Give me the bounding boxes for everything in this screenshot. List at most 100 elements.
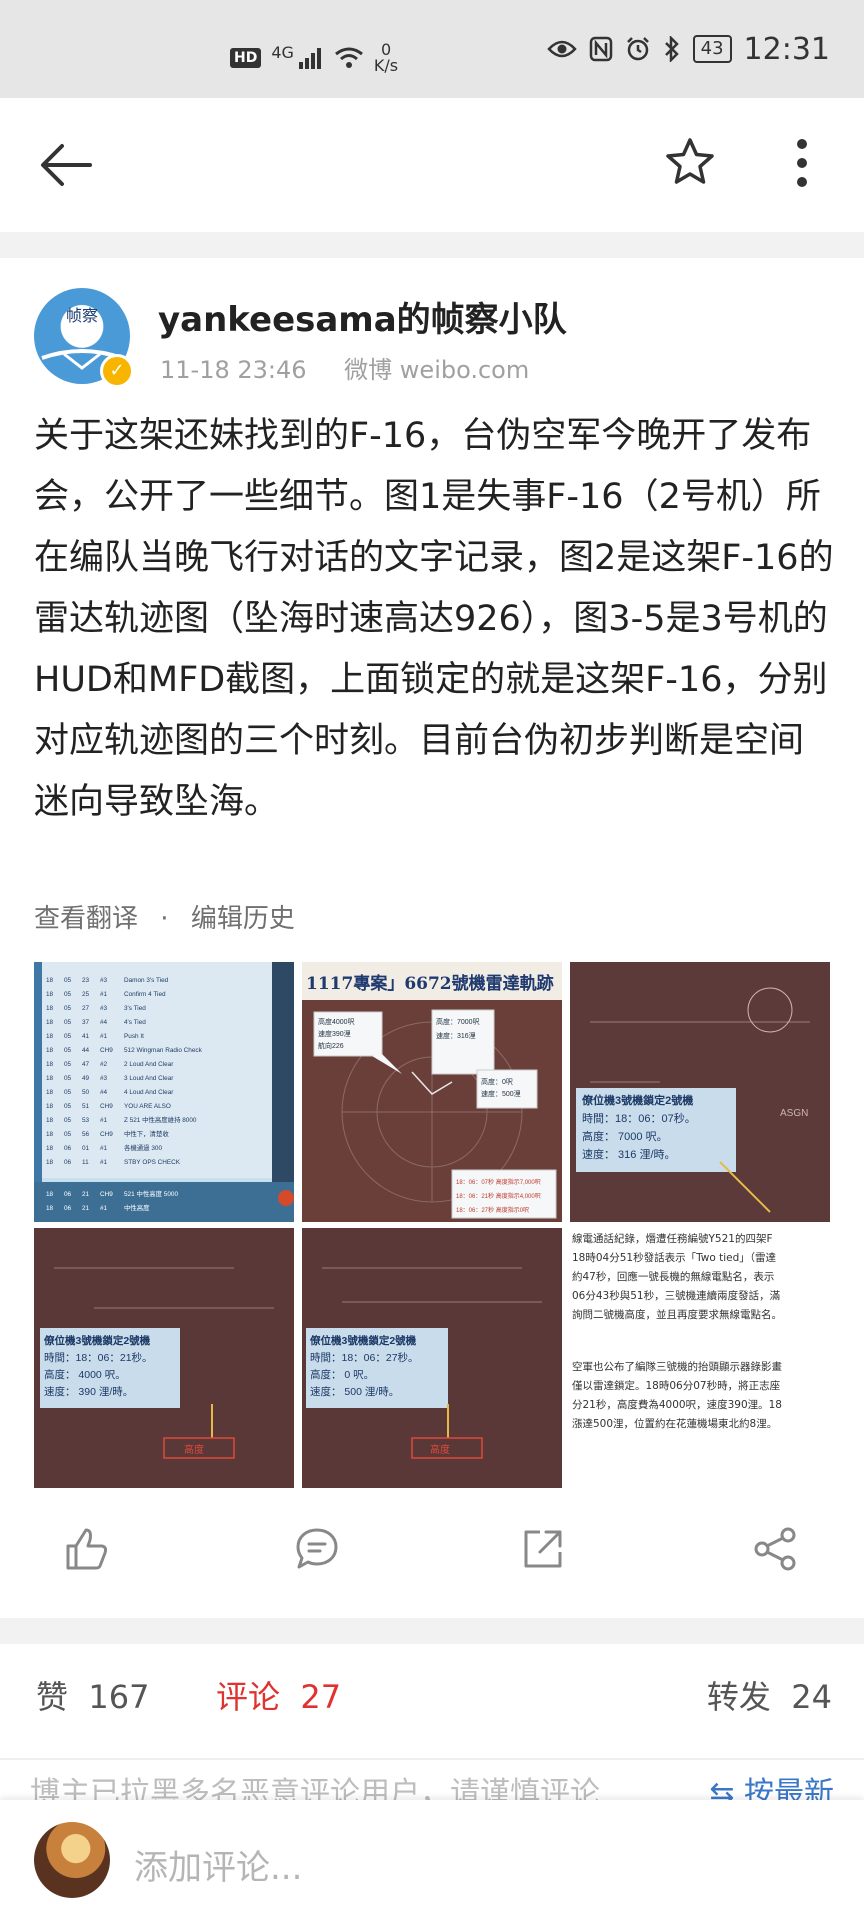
transcript-hour: 18 <box>46 1205 54 1212</box>
share-button[interactable] <box>752 1526 798 1576</box>
transcript-speaker: CH9 <box>100 1103 113 1110</box>
transcript-message: 各機通過 300 <box>124 1143 162 1152</box>
post-stats: 赞 167 评论 27 转发 24 <box>36 1672 832 1732</box>
hud2-tag: 高度 <box>184 1443 204 1456</box>
transcript-hour: 18 <box>46 1075 54 1082</box>
hud-graphic-2: 僚位機3號機鎖定2號機 時間：18：06：21秒。 高度： 4000 呎。 速度… <box>34 1228 294 1488</box>
transcript-minute: 05 <box>64 1005 72 1012</box>
transcript-message: 521 中性高度 5000 <box>124 1189 178 1198</box>
transcript-minute: 06 <box>64 1159 72 1166</box>
transcript-hour: 18 <box>46 1159 54 1166</box>
repost-button[interactable] <box>520 1526 566 1576</box>
verified-badge-icon: ✓ <box>100 354 134 388</box>
transcript-second: 41 <box>82 1033 90 1040</box>
hud3-title: 僚位機3號機鎖定2號機 <box>309 1334 417 1347</box>
transcript-speaker: #2 <box>100 1061 108 1068</box>
transcript-hour: 18 <box>46 1103 54 1110</box>
repost-stat-label: 转发 <box>706 1678 771 1716</box>
transcript-message: 2 Loud And Clear <box>124 1061 174 1068</box>
news-line: 線電通話紀錄，熸遭任務編號Y521的四架F <box>572 1232 773 1245</box>
author-name[interactable]: yankeesama的帧察小队 <box>158 292 567 341</box>
corner-marker-icon <box>278 1190 294 1206</box>
alarm-icon <box>626 37 649 61</box>
stats-divider <box>0 1758 864 1760</box>
favorite-button[interactable] <box>664 136 716 192</box>
net-speed-unit: K/s <box>373 56 399 75</box>
transcript-speaker: #1 <box>100 1117 108 1124</box>
news-line: 空軍也公布了編隊三號機的抬頭顯示器錄影畫 <box>572 1360 782 1373</box>
clock: 12:31 <box>743 31 830 67</box>
image-news-text[interactable]: 線電通話紀錄，熸遭任務編號Y521的四架F 18時04分51秒發話表示「Two t… <box>570 1228 830 1488</box>
transcript-second: 01 <box>82 1145 90 1152</box>
more-vertical-icon <box>797 139 807 187</box>
transcript-minute: 05 <box>64 1019 72 1026</box>
image-hud-lock-2[interactable]: 僚位機3號機鎖定2號機 時間：18：06：21秒。 高度： 4000 呎。 速度… <box>34 1228 294 1488</box>
battery-indicator: 43 <box>692 35 732 63</box>
transcript-minute: 05 <box>64 1103 72 1110</box>
news-line: 06分43秒與51秒，三號機連續兩度發話，滿 <box>572 1289 781 1302</box>
hud1-speed: 速度： 316 浬/時。 <box>582 1147 676 1161</box>
transcript-message: 4's Tied <box>124 1019 146 1026</box>
transcript-hour: 18 <box>46 1089 54 1096</box>
link-separator: · <box>160 904 169 934</box>
translate-link[interactable]: 查看翻译 <box>34 904 138 934</box>
transcript-message: Damon 3's Tied <box>124 977 169 984</box>
image-hud-lock-3[interactable]: 僚位機3號機鎖定2號機 時間：18：06：27秒。 高度： 0 呎。 速度： 5… <box>302 1228 562 1488</box>
transcript-second: 37 <box>82 1019 90 1026</box>
radar-box-line: 高度：0呎 <box>481 1077 513 1086</box>
post-action-row <box>0 1504 864 1600</box>
comment-stat-tab[interactable]: 评论 27 <box>216 1672 341 1718</box>
status-right: 43 12:31 <box>546 31 830 67</box>
transcript-minute: 06 <box>64 1205 72 1212</box>
hud3-time: 時間：18：06：27秒。 <box>310 1351 419 1364</box>
transcript-hour: 18 <box>46 1005 54 1012</box>
comment-button[interactable] <box>294 1526 340 1576</box>
status-bar: HD 4G 0 K/s 43 12:31 <box>0 0 864 98</box>
transcript-message: 512 Wingman Radio Check <box>124 1047 203 1054</box>
transcript-second: 21 <box>82 1191 90 1198</box>
radar-legend: 18：06：07秒 高度指示7,000呎 18：06：21秒 高度指示4,000呎… <box>456 1178 541 1214</box>
image-radio-transcript[interactable]: 18 05 23 #3 Damon 3's Tied 18 05 25 #1 Confirm 4 … <box>34 962 294 1222</box>
transcript-second: 49 <box>82 1075 90 1082</box>
more-button[interactable] <box>790 136 814 194</box>
image-hud-lock-1[interactable]: 僚位機3號機鎖定2號機 時間：18：06：07秒。 高度： 7000 呎。 速度… <box>570 962 830 1222</box>
radar-graphic: 1117專案」6672號機雷達軌跡 高度4000呎速度390浬航向226 高度：… <box>302 962 562 1222</box>
transcript-speaker: #1 <box>100 1205 108 1212</box>
transcript-second: 21 <box>82 1205 90 1212</box>
avatar-logo-text: 帧察 <box>65 306 98 325</box>
back-button[interactable] <box>36 138 96 192</box>
edit-history-link[interactable]: 编辑历史 <box>191 904 295 934</box>
transcript-speaker: CH9 <box>100 1131 113 1138</box>
wifi-icon <box>335 47 363 68</box>
post-extra-links: 查看翻译 · 编辑历史 <box>34 898 295 935</box>
comment-input[interactable]: 添加评论... <box>134 1840 302 1889</box>
transcript-speaker: #1 <box>100 1159 108 1166</box>
radar-box-line: 航向226 <box>318 1041 344 1050</box>
hd-badge: HD <box>230 48 262 68</box>
net-speed: 0 K/s <box>374 42 398 74</box>
transcript-hour: 18 <box>46 1047 54 1054</box>
image-radar-track[interactable]: 1117專案」6672號機雷達軌跡 高度4000呎 速度390浬 航向226 高度：… <box>302 962 562 1222</box>
like-button[interactable] <box>64 1526 110 1576</box>
radar-legend-line: 18：06：27秒 高度指示0呎 <box>456 1206 529 1214</box>
transcript-second: 56 <box>82 1131 90 1138</box>
transcript-hour: 18 <box>46 977 54 984</box>
hud2-time: 時間：18：06：21秒。 <box>44 1351 153 1364</box>
section-gap <box>0 1618 864 1644</box>
transcript-second: 27 <box>82 1005 90 1012</box>
like-stat-tab[interactable]: 赞 167 <box>36 1672 149 1718</box>
post-body: 关于这架还妹找到的F-16，台伪空军今晚开了发布会，公开了一些细节。图1是失事F… <box>34 416 834 822</box>
repost-stat-tab[interactable]: 转发 24 <box>707 1672 832 1718</box>
transcript-second: 25 <box>82 991 90 998</box>
transcript-speaker: #1 <box>100 991 108 998</box>
transcript-second: 51 <box>82 1103 90 1110</box>
transcript-speaker: #1 <box>100 1033 108 1040</box>
header-gap <box>0 232 864 258</box>
bluetooth-icon <box>664 36 679 62</box>
transcript-minute: 05 <box>64 1033 72 1040</box>
user-avatar[interactable] <box>34 1822 110 1898</box>
hud1-altitude: 高度： 7000 呎。 <box>582 1129 668 1143</box>
star-outline-icon <box>666 138 714 184</box>
hud1-tag: ASGN <box>780 1108 808 1119</box>
transcript-minute: 05 <box>64 1061 72 1068</box>
